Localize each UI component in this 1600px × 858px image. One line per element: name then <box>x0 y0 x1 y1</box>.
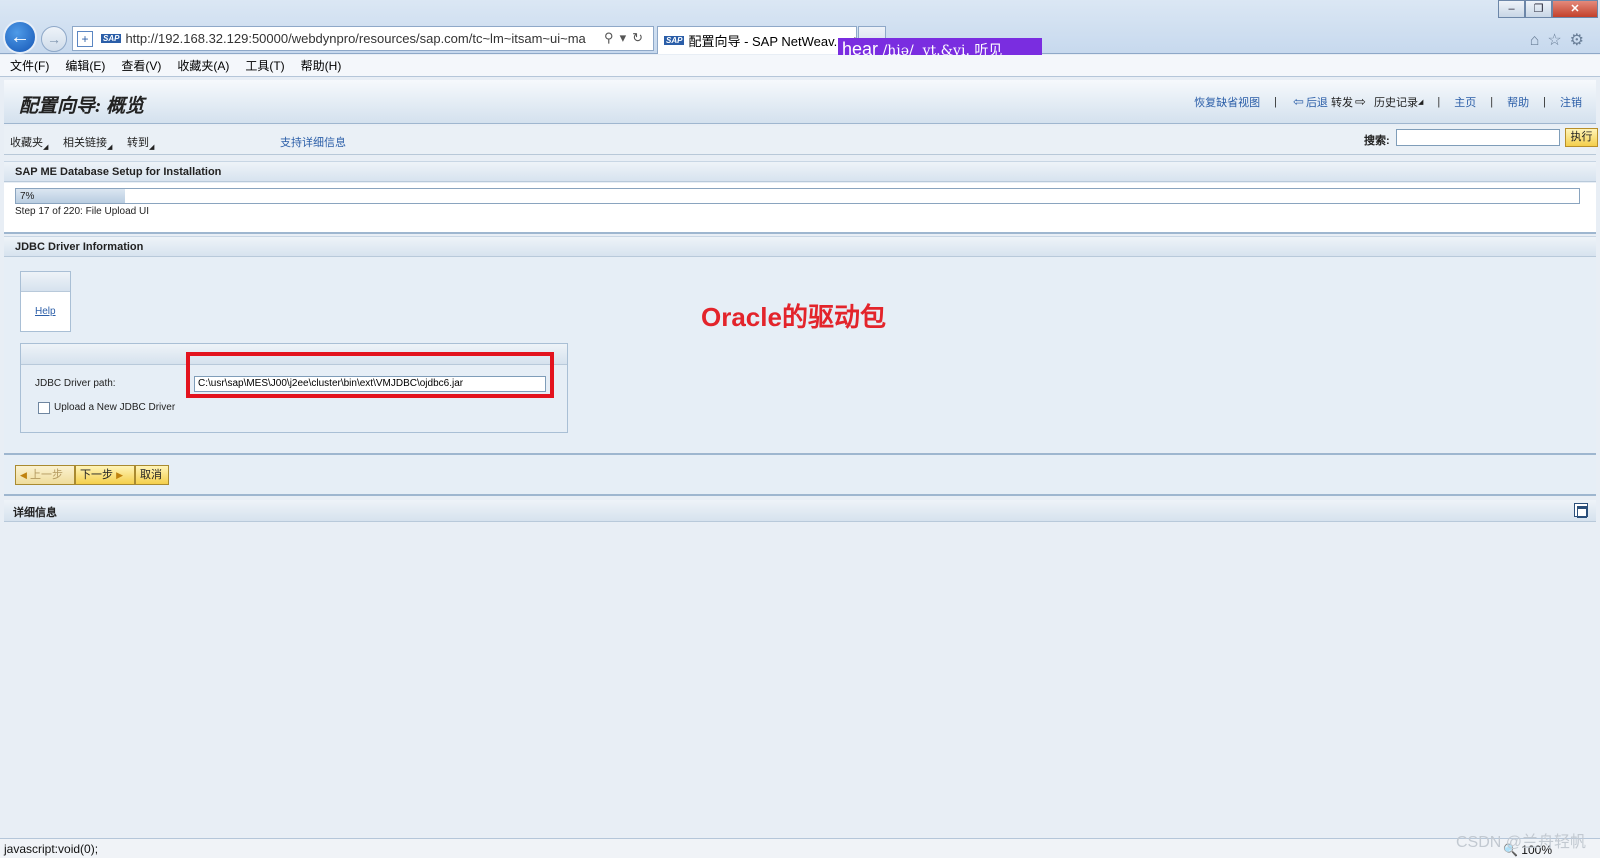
tab-title: 配置向导 - SAP NetWeav... <box>688 34 845 49</box>
search-refresh-icons[interactable]: ⚲▾↻ <box>604 30 649 46</box>
help-link[interactable]: Help <box>35 306 56 317</box>
search-label: 搜索: <box>1364 135 1390 147</box>
details-title: 详细信息 <box>13 507 57 519</box>
header-links: 恢复缺省视图 | ⇦ 后退 转发 ⇨ 历史记录 ◢ | 主页 | 帮助 | 注销 <box>1194 94 1582 110</box>
next-step-label: 下一步 <box>80 469 113 481</box>
progress-label: 7% <box>20 191 35 202</box>
back-link[interactable]: 后退 <box>1306 94 1328 110</box>
jdbc-section-header: JDBC Driver Information <box>4 236 1596 257</box>
previous-step-label: 上一步 <box>29 469 63 481</box>
help-panel: Help <box>20 271 71 332</box>
menu-edit[interactable]: 编辑(E) <box>65 57 105 74</box>
progress-bar: 7% <box>15 188 1580 204</box>
arrow-left-icon: ← <box>10 25 30 48</box>
address-bar[interactable]: + SAP http://192.168.32.129:50000/webdyn… <box>72 26 654 51</box>
execute-search-button[interactable]: 执行 <box>1565 128 1598 147</box>
back-arrow-icon[interactable]: ⇦ <box>1293 94 1304 110</box>
goto-label: 转到 <box>127 137 149 149</box>
page-title: 配置向导: 概览 <box>19 96 145 117</box>
cancel-button[interactable]: 取消 <box>135 465 169 485</box>
upload-driver-label[interactable]: Upload a New JDBC Driver <box>54 402 175 413</box>
upload-driver-checkbox[interactable] <box>38 402 50 414</box>
minimize-icon[interactable]: – <box>1498 0 1525 18</box>
arrow-left-icon: ◀ <box>20 470 27 480</box>
home-icon[interactable]: ⌂ <box>1530 32 1548 49</box>
browser-titlebar: ← → + SAP http://192.168.32.129:50000/we… <box>0 0 1600 60</box>
browser-tab[interactable]: SAP 配置向导 - SAP NetWeav... ✕ <box>657 26 857 54</box>
restore-icon[interactable]: ❐ <box>1525 0 1552 18</box>
next-step-button[interactable]: 下一步 ▶ <box>75 465 135 485</box>
dropdown-triangle-icon: ◢ <box>107 144 113 151</box>
highlight-box <box>186 352 554 398</box>
wizard-nav-strip: ◀ 上一步 下一步 ▶ 取消 <box>4 453 1596 496</box>
details-section-header: 详细信息 <box>4 500 1596 522</box>
forward-arrow-icon[interactable]: ⇨ <box>1355 94 1366 110</box>
related-links-label: 相关链接 <box>63 137 107 149</box>
arrow-right-icon: ▶ <box>116 470 123 480</box>
browser-statusbar: javascript:void(0); 🔍 100% <box>0 838 1600 858</box>
annotation-text: Oracle的驱动包 <box>701 302 886 332</box>
wizard-nav-buttons: ◀ 上一步 下一步 ▶ 取消 <box>15 465 169 485</box>
status-text: javascript:void(0); <box>4 842 99 856</box>
menu-help[interactable]: 帮助(H) <box>301 57 342 74</box>
dropdown-triangle-icon: ◢ <box>43 144 49 151</box>
related-links-menu[interactable]: 相关链接◢ <box>63 134 112 151</box>
separator: | <box>1543 96 1546 108</box>
gear-icon[interactable]: ⚙ <box>1570 32 1592 49</box>
menu-tools[interactable]: 工具(T) <box>245 57 284 74</box>
goto-menu[interactable]: 转到◢ <box>127 134 154 151</box>
page-header: 配置向导: 概览 恢复缺省视图 | ⇦ 后退 转发 ⇨ 历史记录 ◢ | 主页 |… <box>4 80 1596 124</box>
restore-default-view-link[interactable]: 恢复缺省视图 <box>1194 94 1260 110</box>
window-controls: – ❐ ✕ <box>1498 0 1598 18</box>
menu-view[interactable]: 查看(V) <box>121 57 161 74</box>
portal-toolbar: 收藏夹◢ 相关链接◢ 转到◢ 支持详细信息 搜索: 执行 <box>4 126 1598 155</box>
menu-favorites[interactable]: 收藏夹(A) <box>177 57 229 74</box>
previous-step-button[interactable]: ◀ 上一步 <box>15 465 75 485</box>
close-window-icon[interactable]: ✕ <box>1552 0 1598 18</box>
history-menu[interactable]: 历史记录 <box>1374 94 1418 110</box>
dropdown-triangle-icon: ◢ <box>1418 99 1424 106</box>
home-link[interactable]: 主页 <box>1454 94 1476 110</box>
forward-button[interactable]: → <box>41 26 67 52</box>
star-icon[interactable]: ☆ <box>1547 32 1569 49</box>
help-link[interactable]: 帮助 <box>1507 94 1529 110</box>
help-panel-header <box>21 272 70 292</box>
setup-progress-section: 7% Step 17 of 220: File Upload UI <box>4 183 1596 234</box>
maximize-icon[interactable] <box>1574 503 1588 518</box>
menu-file[interactable]: 文件(F) <box>10 57 49 74</box>
sap-favicon-icon: SAP <box>664 36 685 45</box>
step-text: Step 17 of 220: File Upload UI <box>15 206 149 217</box>
dropdown-triangle-icon: ◢ <box>149 144 155 151</box>
arrow-right-icon: → <box>47 31 61 47</box>
support-details-link[interactable]: 支持详细信息 <box>280 134 346 150</box>
separator: | <box>1437 96 1441 108</box>
search-input[interactable] <box>1396 129 1560 146</box>
address-url[interactable]: http://192.168.32.129:50000/webdynpro/re… <box>125 31 585 46</box>
forward-link[interactable]: 转发 <box>1331 94 1353 110</box>
favorites-menu[interactable]: 收藏夹◢ <box>10 134 48 151</box>
watermark: CSDN @兰舟轻帆 <box>1455 834 1586 851</box>
favorites-label: 收藏夹 <box>10 137 43 149</box>
back-button[interactable]: ← <box>3 20 37 54</box>
browser-tool-icons[interactable]: ⌂☆⚙ <box>1530 30 1592 50</box>
compat-view-icon[interactable]: + <box>77 30 93 47</box>
separator: | <box>1490 96 1494 108</box>
setup-section-header: SAP ME Database Setup for Installation <box>4 161 1596 182</box>
browser-menubar: 文件(F) 编辑(E) 查看(V) 收藏夹(A) 工具(T) 帮助(H) <box>0 55 1600 77</box>
logoff-link[interactable]: 注销 <box>1560 94 1582 110</box>
separator: | <box>1274 96 1278 108</box>
sap-favicon-icon: SAP <box>101 34 122 43</box>
driver-path-label: JDBC Driver path: <box>35 378 116 389</box>
